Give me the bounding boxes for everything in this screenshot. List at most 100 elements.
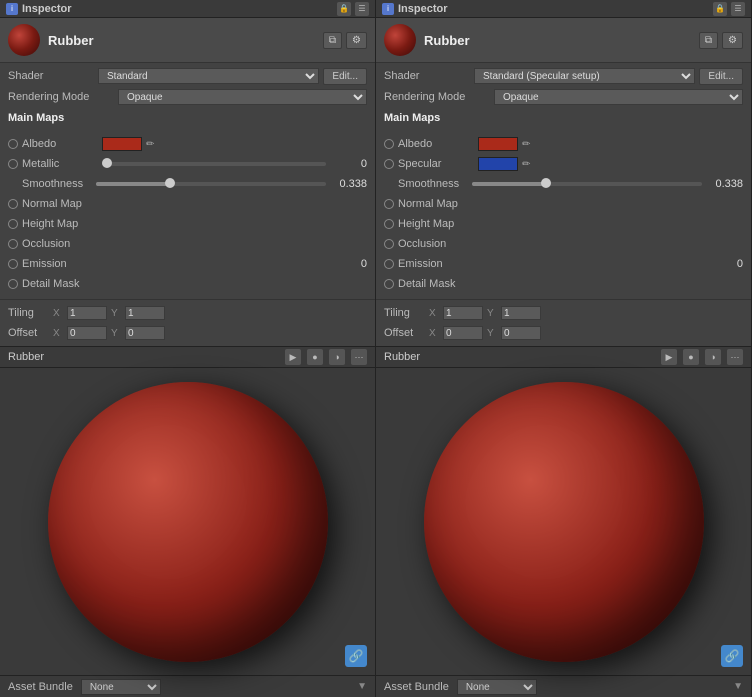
rendering-label-right: Rendering Mode [384, 91, 494, 103]
light-btn-left[interactable]: ◑ [329, 349, 345, 365]
material-name-left: Rubber [48, 33, 94, 48]
offset-y-axis-left: Y [111, 328, 121, 339]
copy-btn-left[interactable]: ⧉ [323, 32, 342, 49]
inspector-icon-left: i [6, 3, 18, 15]
tiling-area-left: Tiling X Y Offset X Y [0, 302, 375, 346]
edit-btn-left[interactable]: Edit... [323, 68, 367, 85]
offset-x-input-left[interactable] [67, 326, 107, 340]
tiling-x-axis-left: X [53, 308, 63, 319]
map-circle-emission-right [384, 259, 394, 269]
dots-btn-right[interactable]: ⋯ [727, 349, 743, 365]
offset-y-input-right[interactable] [501, 326, 541, 340]
play-btn-left[interactable]: ▶ [285, 349, 301, 365]
offset-label-left: Offset [8, 327, 53, 339]
map-row-emission-right: Emission 0 [384, 255, 743, 273]
edit-btn-right[interactable]: Edit... [699, 68, 743, 85]
main-maps-title-right: Main Maps [384, 110, 743, 126]
map-circle-metallic-left [8, 159, 18, 169]
albedo-swatch-left[interactable] [102, 137, 142, 151]
fields-area-right: Shader Standard (Specular setup) Edit...… [376, 63, 751, 133]
map-label-detail-right: Detail Mask [398, 278, 478, 290]
offset-xy-right: X Y [429, 326, 541, 340]
map-row-specular-right: Specular ✏ [384, 155, 743, 173]
sphere-btn-right[interactable]: ● [683, 349, 699, 365]
tiling-xy-right: X Y [429, 306, 541, 320]
metallic-slider-thumb-left[interactable] [102, 158, 112, 168]
tiling-y-input-left[interactable] [125, 306, 165, 320]
material-header-right: Rubber ⧉ ⚙ [376, 18, 751, 63]
smoothness-slider-fill-left [96, 182, 174, 186]
map-row-occlusion-left: Occlusion [8, 235, 367, 253]
map-label-smoothness-right: Smoothness [398, 178, 472, 190]
inspector-title-left: Inspector [22, 3, 72, 15]
specular-swatch-right[interactable] [478, 157, 518, 171]
preview-badge-right[interactable]: 🔗 [721, 645, 743, 667]
map-row-normal-right: Normal Map [384, 195, 743, 213]
lock-btn-right[interactable]: 🔒 [713, 2, 727, 16]
eyedropper-albedo-left[interactable]: ✏ [146, 139, 154, 150]
offset-row-left: Offset X Y [8, 324, 367, 342]
map-label-albedo-right: Albedo [398, 138, 478, 150]
map-row-occlusion-right: Occlusion [384, 235, 743, 253]
map-circle-occlusion-left [8, 239, 18, 249]
eyedropper-albedo-right[interactable]: ✏ [522, 139, 530, 150]
map-row-metallic-left: Metallic 0 [8, 155, 367, 173]
tiling-label-right: Tiling [384, 307, 429, 319]
shader-dropdown-right[interactable]: Standard (Specular setup) [474, 68, 695, 84]
preview-area-right: 🔗 [376, 368, 751, 675]
material-sphere-left [8, 24, 40, 56]
preview-title-left: Rubber [8, 351, 279, 363]
play-btn-right[interactable]: ▶ [661, 349, 677, 365]
smoothness-slider-thumb-left[interactable] [165, 178, 175, 188]
map-label-detail-left: Detail Mask [22, 278, 102, 290]
albedo-swatch-right[interactable] [478, 137, 518, 151]
map-row-detail-left: Detail Mask [8, 275, 367, 293]
tiling-x-input-left[interactable] [67, 306, 107, 320]
preview-sphere-left [48, 382, 328, 662]
asset-bundle-label-right: Asset Bundle [384, 681, 449, 693]
tiling-label-left: Tiling [8, 307, 53, 319]
shader-row-right: Shader Standard (Specular setup) Edit... [384, 67, 743, 85]
map-label-smoothness-left: Smoothness [22, 178, 96, 190]
offset-x-axis-right: X [429, 328, 439, 339]
smoothness-slider-thumb-right[interactable] [541, 178, 551, 188]
map-label-occlusion-left: Occlusion [22, 238, 102, 250]
copy-btn-right[interactable]: ⧉ [699, 32, 718, 49]
smoothness-slider-track-left[interactable] [96, 182, 326, 186]
offset-x-input-right[interactable] [443, 326, 483, 340]
lock-btn-left[interactable]: 🔒 [337, 2, 351, 16]
settings-btn-left[interactable]: ⚙ [346, 32, 367, 49]
sphere-btn-left[interactable]: ● [307, 349, 323, 365]
smoothness-slider-track-right[interactable] [472, 182, 702, 186]
eyedropper-specular-right[interactable]: ✏ [522, 159, 530, 170]
rendering-dropdown-right[interactable]: Opaque [494, 89, 743, 105]
map-label-occlusion-right: Occlusion [398, 238, 478, 250]
metallic-value-left: 0 [332, 158, 367, 170]
rendering-label-left: Rendering Mode [8, 91, 118, 103]
asset-footer-right: Asset Bundle None ▼ [376, 675, 751, 697]
map-row-detail-right: Detail Mask [384, 275, 743, 293]
tiling-y-input-right[interactable] [501, 306, 541, 320]
map-circle-normal-left [8, 199, 18, 209]
inspector-icon-right: i [382, 3, 394, 15]
rendering-dropdown-left[interactable]: Opaque [118, 89, 367, 105]
map-row-height-left: Height Map [8, 215, 367, 233]
settings-btn-right[interactable]: ⚙ [722, 32, 743, 49]
tiling-row-left: Tiling X Y [8, 304, 367, 322]
dots-btn-left[interactable]: ⋯ [351, 349, 367, 365]
metallic-slider-track-left[interactable] [102, 162, 326, 166]
shader-dropdown-left[interactable]: Standard [98, 68, 319, 84]
light-btn-right[interactable]: ◑ [705, 349, 721, 365]
asset-bundle-dropdown-left[interactable]: None [81, 679, 161, 695]
offset-y-input-left[interactable] [125, 326, 165, 340]
inspector-content-right: Rubber ⧉ ⚙ Shader Standard (Specular set… [376, 18, 751, 697]
preview-area-left: 🔗 [0, 368, 375, 675]
smoothness-value-left: 0.338 [332, 178, 367, 190]
preview-badge-left[interactable]: 🔗 [345, 645, 367, 667]
tiling-x-input-right[interactable] [443, 306, 483, 320]
menu-btn-right[interactable]: ☰ [731, 2, 745, 16]
material-header-left: Rubber ⧉ ⚙ [0, 18, 375, 63]
asset-bundle-dropdown-right[interactable]: None [457, 679, 537, 695]
menu-btn-left[interactable]: ☰ [355, 2, 369, 16]
map-label-emission-right: Emission [398, 258, 478, 270]
